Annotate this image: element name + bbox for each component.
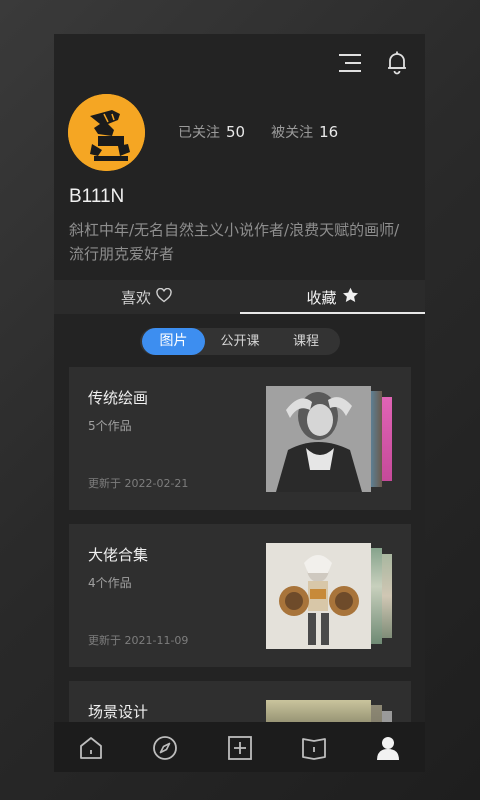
star-filled-icon: [342, 287, 359, 307]
collection-card[interactable]: 传统绘画 5个作品 更新于 2022-02-21: [69, 367, 411, 510]
following-label: 已关注: [178, 125, 220, 141]
profile-icon[interactable]: [375, 735, 401, 761]
thumbnail-front: [266, 543, 371, 649]
username: B111N: [69, 186, 125, 207]
follow-stats: 已关注 50 被关注 16: [178, 122, 338, 142]
collection-updated: 更新于 2021-11-09: [88, 634, 189, 647]
collection-title: 传统绘画: [88, 389, 149, 407]
collection-thumbnails: [266, 386, 396, 492]
collection-card[interactable]: 大佬合集 4个作品 更新于 2021-11-09: [69, 524, 411, 667]
following-count: 50: [226, 123, 246, 141]
followers-count: 16: [319, 123, 339, 141]
collection-title: 大佬合集: [88, 546, 149, 564]
following-stat[interactable]: 已关注 50: [178, 122, 245, 142]
app-screen: 已关注 50 被关注 16 B111N 斜杠中年/无名自然主义小说作者/浪费天赋的画…: [54, 34, 425, 772]
add-square-icon[interactable]: [227, 735, 253, 761]
tab-favorites[interactable]: 收藏: [240, 280, 425, 314]
followers-stat[interactable]: 被关注 16: [271, 122, 338, 142]
top-bar: [54, 34, 425, 92]
user-bio: 斜杠中年/无名自然主义小说作者/浪费天赋的画师/流行朋克爱好者: [69, 221, 400, 263]
tab-favorites-label: 收藏: [306, 288, 337, 307]
heart-outline-icon: [156, 287, 172, 307]
tab-likes-label: 喜欢: [120, 288, 151, 307]
menu-icon[interactable]: [337, 50, 363, 76]
bottom-navigation: [54, 722, 425, 772]
tab-likes[interactable]: 喜欢: [54, 280, 239, 314]
segment-courses[interactable]: 课程: [274, 328, 338, 355]
segment-images[interactable]: 图片: [142, 328, 205, 355]
collection-count: 5个作品: [88, 419, 132, 433]
avatar[interactable]: [68, 94, 145, 171]
segment-open-classes[interactable]: 公开课: [208, 328, 272, 355]
home-icon[interactable]: [78, 735, 104, 761]
bell-icon[interactable]: [384, 49, 410, 75]
collection-updated: 更新于 2022-02-21: [88, 477, 189, 490]
collection-count: 4个作品: [88, 576, 132, 590]
collection-title: 场景设计: [88, 703, 149, 721]
content-type-switcher: 图片 公开课 课程: [140, 328, 340, 355]
followers-label: 被关注: [271, 125, 314, 141]
compass-icon[interactable]: [152, 735, 178, 761]
book-icon[interactable]: [301, 735, 327, 761]
collection-thumbnails: [266, 543, 396, 649]
profile-tabs: 喜欢 收藏: [54, 280, 425, 314]
thumbnail-front: [266, 386, 371, 492]
